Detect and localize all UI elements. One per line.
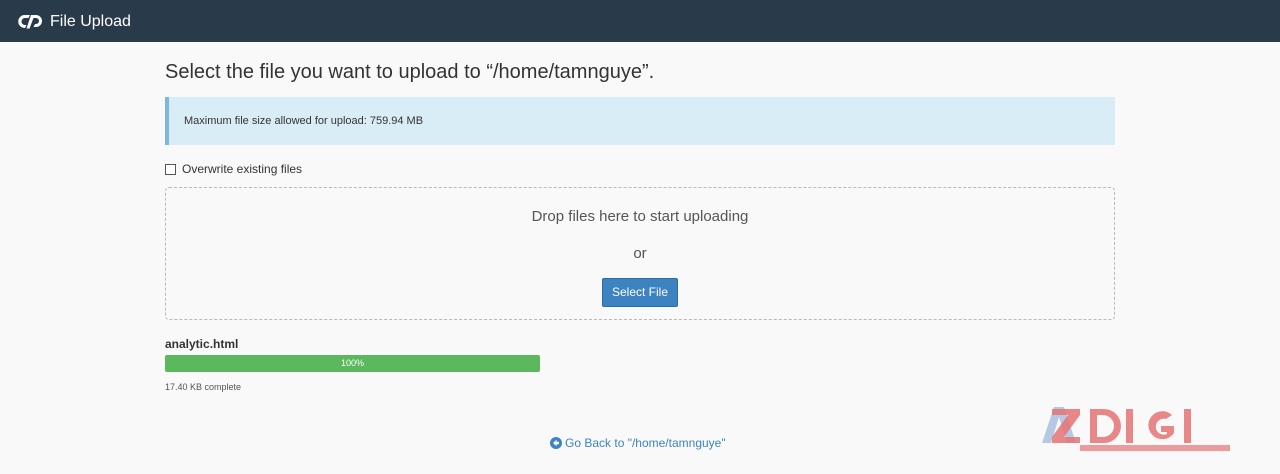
max-size-info-box: Maximum file size allowed for upload: 75… xyxy=(165,97,1115,145)
top-bar: File Upload xyxy=(0,0,1280,42)
cpanel-logo-icon[interactable] xyxy=(17,13,43,30)
go-back-label[interactable]: Go Back to "/home/tamnguye" xyxy=(565,436,726,450)
upload-progress-bar: 100% xyxy=(165,355,540,372)
overwrite-label[interactable]: Overwrite existing files xyxy=(182,162,302,176)
or-separator: or xyxy=(633,245,647,262)
page-title: Select the file you want to upload to “/… xyxy=(165,61,655,83)
app-title: File Upload xyxy=(50,13,131,30)
file-dropzone[interactable]: Drop files here to start uploading or Se… xyxy=(165,187,1115,320)
upload-progress-label: 100% xyxy=(340,358,365,368)
max-size-message: Maximum file size allowed for upload: 75… xyxy=(184,115,424,127)
go-back-link[interactable]: Go Back to "/home/tamnguye" xyxy=(550,436,726,450)
overwrite-option[interactable]: Overwrite existing files xyxy=(165,162,302,176)
circle-arrow-left-icon[interactable] xyxy=(550,437,562,449)
overwrite-checkbox[interactable] xyxy=(165,163,176,175)
upload-status: 17.40 KB complete xyxy=(165,382,242,392)
azdigi-watermark-logo xyxy=(1042,407,1230,451)
select-file-button[interactable]: Select File xyxy=(602,278,678,307)
drop-instructions: Drop files here to start uploading xyxy=(531,208,749,225)
uploaded-file-name: analytic.html xyxy=(165,337,239,351)
